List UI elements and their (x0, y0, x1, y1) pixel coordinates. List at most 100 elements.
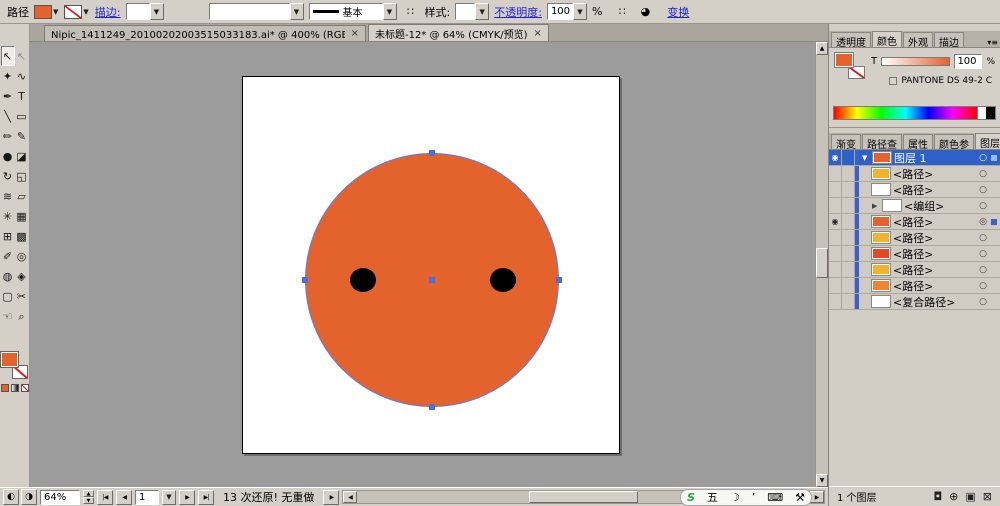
zoom-spinner[interactable]: ▲ ▼ (83, 490, 94, 504)
delete-layer-button[interactable]: ⊠ (983, 490, 992, 503)
next-page-button[interactable]: ▶ (179, 490, 195, 505)
panel-tab-stroke[interactable]: 描边 (934, 32, 964, 47)
visibility-eye-toggle[interactable]: ◉ (829, 214, 842, 229)
lock-toggle[interactable] (842, 198, 855, 213)
visibility-eye-toggle[interactable]: ◉ (829, 150, 842, 165)
lock-toggle[interactable] (842, 262, 855, 277)
dotted-pattern-icon[interactable]: ∷ (402, 4, 420, 20)
layer-row-6[interactable]: <路径>○ (829, 230, 1000, 246)
visibility-eye-toggle[interactable] (829, 294, 842, 309)
rectangle-tool[interactable]: ▭ (15, 106, 29, 126)
stroke-weight-select[interactable]: ▼ (126, 3, 164, 20)
lock-toggle[interactable] (842, 246, 855, 261)
chevron-down-icon[interactable]: ▼ (162, 490, 176, 505)
transform-link[interactable]: 变换 (667, 4, 689, 20)
lock-toggle[interactable] (842, 278, 855, 293)
eye-shape-2[interactable] (490, 268, 516, 292)
target-circle[interactable]: ○ (975, 182, 991, 197)
canvas[interactable] (30, 42, 815, 487)
layer-row-5[interactable]: ◉<路径>◎ (829, 214, 1000, 230)
fill-color-picker[interactable]: ▼ (34, 5, 59, 19)
opacity-value[interactable]: 100 (547, 3, 573, 20)
type-tool[interactable]: T (15, 86, 29, 106)
eyedropper-tool[interactable]: ✐ (1, 246, 15, 266)
visibility-eye-toggle[interactable] (829, 182, 842, 197)
layer-row-4[interactable]: ▶<编组>○ (829, 198, 1000, 214)
width-profile-select[interactable]: 基本 ▼ (309, 3, 397, 20)
panel-tab-attributes[interactable]: 属性 (903, 134, 933, 149)
stroke-color-picker[interactable]: ▼ (64, 5, 89, 19)
target-circle[interactable]: ○ (975, 246, 991, 261)
vertical-scrollbar[interactable]: ▲ ▼ (815, 42, 828, 487)
punctuation-icon[interactable]: ’ (752, 492, 756, 503)
layer-row-10[interactable]: <复合路径>○ (829, 294, 1000, 310)
lasso-tool[interactable]: ∿ (15, 66, 29, 86)
chevron-down-icon[interactable]: ▼ (52, 8, 59, 16)
lock-toggle[interactable] (842, 150, 855, 165)
tint-value-input[interactable]: 100 (954, 54, 982, 69)
blend-tool[interactable]: ◎ (15, 246, 29, 266)
visibility-eye-toggle[interactable] (829, 230, 842, 245)
stroke-panel-link[interactable]: 描边: (95, 4, 121, 20)
rotate-tool[interactable]: ↻ (1, 166, 15, 186)
zoom-tool[interactable]: ⌕ (15, 306, 29, 326)
blob-brush-tool[interactable]: ● (1, 146, 15, 166)
color-view-icon[interactable]: ◑ (21, 489, 37, 505)
direct-selection-tool[interactable]: ↖ (15, 46, 29, 66)
spin-up-icon[interactable]: ▲ (83, 490, 94, 497)
anchor-point-3[interactable] (302, 277, 308, 283)
last-page-button[interactable]: ▶| (198, 490, 214, 505)
warp-tool[interactable]: ≋ (1, 186, 15, 206)
close-tab-icon[interactable]: × (351, 28, 359, 39)
magic-wand-tool[interactable]: ✦ (1, 66, 15, 86)
live-paint-bucket-tool[interactable]: ◍ (1, 266, 15, 286)
live-paint-selection-tool[interactable]: ◈ (15, 266, 29, 286)
panel-tab-gradient[interactable]: 渐变 (831, 134, 861, 149)
scale-tool[interactable]: ◱ (15, 166, 29, 186)
panel-tab-layers[interactable]: 图层 (975, 133, 1000, 149)
panel-tab-transparency[interactable]: 透明度 (831, 32, 871, 47)
chevron-down-icon[interactable]: ▼ (150, 3, 164, 20)
keyboard-icon[interactable]: ⌨ (767, 492, 783, 503)
anchor-point-4[interactable] (556, 277, 562, 283)
anchor-point-1[interactable] (429, 150, 435, 156)
scroll-right-icon[interactable]: ▶ (810, 491, 824, 503)
target-circle[interactable]: ○ (975, 150, 991, 165)
visibility-eye-toggle[interactable] (829, 246, 842, 261)
zoom-level-select[interactable]: 64% (40, 490, 80, 505)
chevron-down-icon[interactable]: ▼ (475, 3, 489, 20)
target-circle[interactable]: ○ (975, 262, 991, 277)
lock-toggle[interactable] (842, 230, 855, 245)
pencil-tool[interactable]: ✎ (15, 126, 29, 146)
recolor-artwork-icon[interactable]: ◕ (636, 4, 654, 20)
gradient-mode-button[interactable] (11, 384, 19, 392)
prev-page-button[interactable]: ◀ (116, 490, 132, 505)
target-circle[interactable]: ○ (975, 198, 991, 213)
screen-mode-icon[interactable]: ◐ (3, 489, 19, 505)
lock-toggle[interactable] (842, 294, 855, 309)
panel-tab-color[interactable]: 颜色 (872, 31, 902, 47)
page-number-select[interactable]: 1 (135, 490, 159, 505)
pen-tool[interactable]: ✒ (1, 86, 15, 106)
close-tab-icon[interactable]: × (534, 28, 542, 39)
symbol-sprayer-tool[interactable]: ✳ (1, 206, 15, 226)
scroll-up-icon[interactable]: ▲ (816, 42, 828, 55)
layer-row-3[interactable]: <路径>○ (829, 182, 1000, 198)
panel-tab-pathfinder[interactable]: 路径查 (862, 134, 902, 149)
lock-toggle[interactable] (842, 182, 855, 197)
panel-fill-stroke-proxy[interactable] (835, 53, 865, 79)
none-mode-button[interactable] (21, 384, 29, 392)
layer-row-7[interactable]: <路径>○ (829, 246, 1000, 262)
anchor-point-5[interactable] (429, 277, 435, 283)
sogou-logo-icon[interactable]: S (687, 492, 695, 503)
expand-triangle-icon[interactable]: ▼ (862, 154, 870, 162)
layer-row-8[interactable]: <路径>○ (829, 262, 1000, 278)
paintbrush-tool[interactable]: ✏ (1, 126, 15, 146)
target-circle[interactable]: ◎ (975, 214, 991, 229)
vertical-scroll-thumb[interactable] (816, 248, 828, 278)
moon-icon[interactable]: ☽ (730, 492, 740, 503)
panel-tab-appearance[interactable]: 外观 (903, 32, 933, 47)
options-dots-icon[interactable]: ∷ (613, 4, 631, 20)
color-spectrum-bar[interactable] (834, 107, 977, 119)
layer-row-9[interactable]: <路径>○ (829, 278, 1000, 294)
